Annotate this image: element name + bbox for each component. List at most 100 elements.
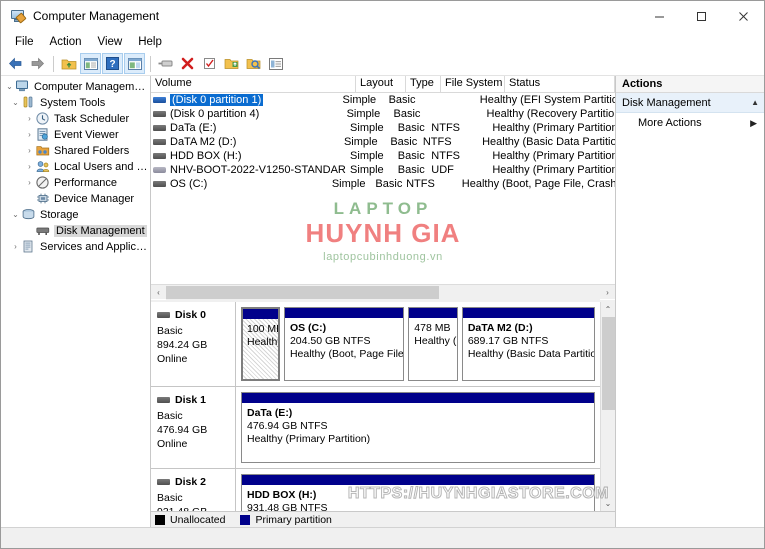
close-button[interactable]: [722, 1, 764, 31]
table-row[interactable]: DaTA M2 (D:) Simple Basic NTFS Healthy (…: [151, 135, 615, 149]
volume-layout: Simple: [346, 108, 381, 120]
export-list-icon[interactable]: [221, 53, 242, 74]
partition-block[interactable]: DaTa (E:) 476.94 GB NTFS Healthy (Primar…: [241, 392, 595, 463]
disk-row[interactable]: Disk 1 Basic 476.94 GB Online DaTa (E:) …: [151, 387, 600, 469]
scroll-thumb[interactable]: [166, 285, 440, 299]
disk-type: Basic: [157, 492, 183, 504]
partition-block[interactable]: HDD BOX (H:) 931.48 GB NTFS: [241, 474, 595, 511]
scroll-right-icon[interactable]: ›: [600, 285, 615, 300]
sidebar-item-performance[interactable]: › Performance: [1, 175, 150, 191]
actions-group-disk-management[interactable]: Disk Management ▲: [616, 93, 764, 113]
expander-icon[interactable]: ›: [23, 175, 36, 191]
minimize-button[interactable]: [638, 1, 680, 31]
expander-icon[interactable]: ›: [23, 159, 36, 175]
disk-view-vertical-scrollbar[interactable]: ⌃ ⌄: [600, 302, 615, 511]
expander-icon[interactable]: ›: [9, 239, 22, 255]
disk-row[interactable]: Disk 2 Basic 931.48 GB HDD BOX (H:) 931.…: [151, 469, 600, 511]
volume-list-header: Volume Layout Type File System Status: [151, 76, 615, 93]
scroll-track[interactable]: [601, 317, 615, 496]
volume-layout: Simple: [343, 136, 378, 148]
volume-name: HDD BOX (H:): [170, 150, 242, 162]
up-folder-icon[interactable]: [58, 53, 79, 74]
partition-block[interactable]: 478 MB Healthy (Re: [408, 307, 458, 381]
disk-row[interactable]: Disk 0 Basic 894.24 GB Online 100 MB Hea…: [151, 302, 600, 387]
volume-icon: [153, 94, 166, 106]
disk-icon: [157, 312, 170, 318]
menu-help[interactable]: Help: [130, 34, 170, 50]
sidebar-item-services-and-applications[interactable]: › Services and Applications: [1, 239, 150, 255]
sidebar-item-label: Event Viewer: [54, 129, 119, 141]
services-icon: [22, 240, 37, 254]
volume-name: (Disk 0 partition 4): [170, 108, 260, 120]
forward-icon[interactable]: [27, 53, 48, 74]
menu-action[interactable]: Action: [42, 34, 90, 50]
expander-icon[interactable]: ›: [23, 127, 36, 143]
properties-icon[interactable]: [155, 53, 176, 74]
volume-layout: Simple: [342, 94, 377, 106]
chevron-up-icon[interactable]: ▲: [751, 98, 759, 107]
table-row[interactable]: NHV-BOOT-2022-V1250-STANDARD (F:) Simple…: [151, 163, 615, 177]
partition-block[interactable]: OS (C:) 204.50 GB NTFS Healthy (Boot, Pa…: [283, 307, 405, 381]
scroll-up-icon[interactable]: ⌃: [601, 302, 615, 317]
column-header-type[interactable]: Type: [406, 76, 441, 92]
column-header-status[interactable]: Status: [505, 76, 615, 92]
rescan-disks-icon[interactable]: [243, 53, 264, 74]
volume-status: Healthy (EFI System Partition): [479, 94, 615, 106]
partition-block[interactable]: 100 MB Healthy: [241, 307, 280, 381]
sidebar-item-event-viewer[interactable]: › Event Viewer: [1, 127, 150, 143]
sidebar-item-label: System Tools: [40, 97, 106, 109]
action-more-actions[interactable]: More Actions ▶: [616, 113, 764, 133]
tree-root-computer-management[interactable]: ⌄ Computer Management (Local): [1, 79, 150, 95]
volume-list-horizontal-scrollbar[interactable]: ‹ ›: [151, 284, 615, 300]
menu-file[interactable]: File: [7, 34, 42, 50]
sidebar-item-disk-management[interactable]: Disk Management: [1, 223, 150, 239]
table-row[interactable]: HDD BOX (H:) Simple Basic NTFS Healthy (…: [151, 149, 615, 163]
computer-icon: [16, 80, 31, 94]
sidebar-item-task-scheduler[interactable]: › Task Scheduler: [1, 111, 150, 127]
partition-size: 204.50 GB NTFS: [289, 335, 371, 347]
expander-icon[interactable]: ⌄: [9, 95, 22, 111]
scroll-thumb[interactable]: [602, 317, 615, 411]
chevron-right-icon[interactable]: ▶: [750, 118, 757, 129]
sidebar-item-device-manager[interactable]: Device Manager: [1, 191, 150, 207]
sidebar-item-label: Services and Applications: [40, 241, 150, 253]
expander-icon[interactable]: ›: [23, 143, 36, 159]
disk-name: Disk 2: [175, 476, 206, 488]
graphical-disk-view: Disk 0 Basic 894.24 GB Online 100 MB Hea…: [151, 302, 615, 511]
scroll-down-icon[interactable]: ⌄: [601, 496, 615, 511]
view-details-icon[interactable]: [265, 53, 286, 74]
partition-status: Healthy (Re: [414, 335, 457, 347]
column-header-volume[interactable]: Volume: [151, 76, 356, 92]
maximize-button[interactable]: [680, 1, 722, 31]
menu-view[interactable]: View: [90, 34, 131, 50]
back-icon[interactable]: [5, 53, 26, 74]
expander-icon[interactable]: ⌄: [3, 79, 16, 95]
shared-folders-icon: [36, 144, 51, 158]
volume-status: Healthy (Recovery Partition): [486, 108, 615, 120]
volume-name: NHV-BOOT-2022-V1250-STANDARD (F:): [170, 164, 347, 176]
expander-icon[interactable]: ⌄: [9, 207, 22, 223]
scroll-left-icon[interactable]: ‹: [151, 285, 166, 300]
sidebar-item-shared-folders[interactable]: › Shared Folders: [1, 143, 150, 159]
sidebar-item-system-tools[interactable]: ⌄ System Tools: [1, 95, 150, 111]
table-row[interactable]: DaTa (E:) Simple Basic NTFS Healthy (Pri…: [151, 121, 615, 135]
sidebar-item-local-users-and-groups[interactable]: › Local Users and Groups: [1, 159, 150, 175]
refresh-icon[interactable]: [199, 53, 220, 74]
table-row[interactable]: OS (C:) Simple Basic NTFS Healthy (Boot,…: [151, 177, 615, 191]
column-header-file-system[interactable]: File System: [441, 76, 505, 92]
help-icon[interactable]: ?: [102, 53, 123, 74]
volume-type: Basic: [375, 178, 403, 190]
scroll-track[interactable]: [166, 284, 600, 300]
partition-name: HDD BOX (H:): [247, 489, 317, 501]
expander-icon[interactable]: ›: [23, 111, 36, 127]
show-action-pane-icon[interactable]: [124, 53, 145, 74]
partition-block[interactable]: DaTA M2 (D:) 689.17 GB NTFS Healthy (Bas…: [461, 307, 595, 381]
sidebar-item-storage[interactable]: ⌄ Storage: [1, 207, 150, 223]
table-row[interactable]: (Disk 0 partition 4) Simple Basic Health…: [151, 107, 615, 121]
table-row[interactable]: (Disk 0 partition 1) Simple Basic Health…: [151, 93, 615, 107]
column-header-layout[interactable]: Layout: [356, 76, 406, 92]
show-console-tree-icon[interactable]: [80, 53, 101, 74]
local-users-icon: [36, 160, 51, 174]
sidebar-item-label: Shared Folders: [54, 145, 130, 157]
delete-icon[interactable]: [177, 53, 198, 74]
